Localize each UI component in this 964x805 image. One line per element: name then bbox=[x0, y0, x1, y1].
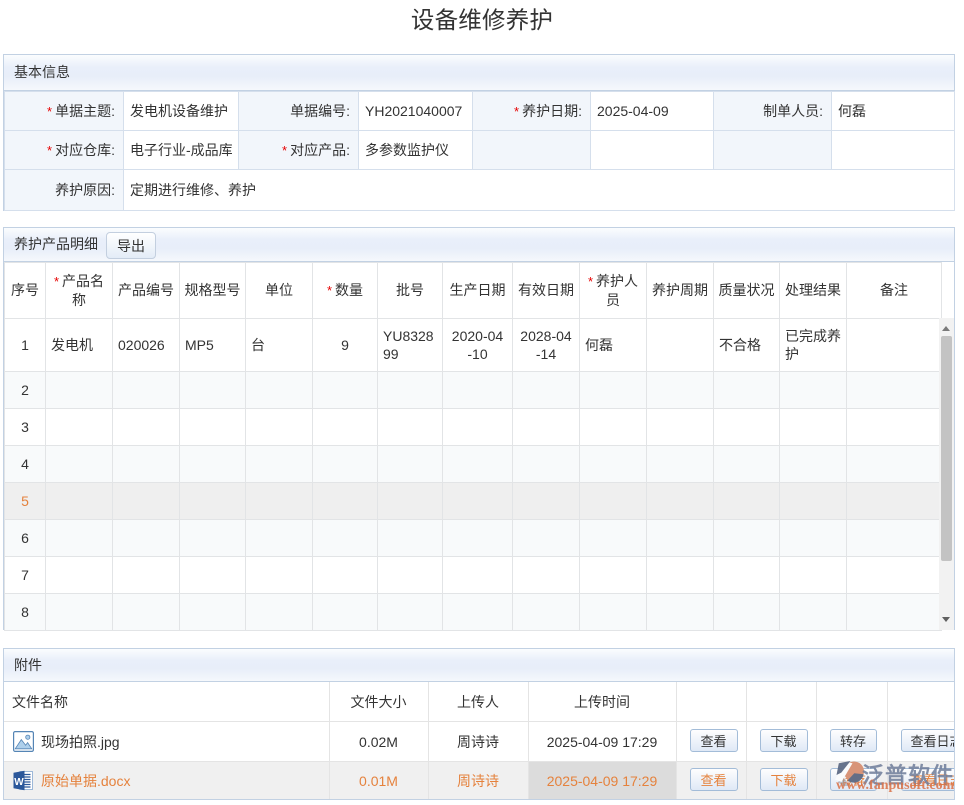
svg-text:W: W bbox=[14, 777, 24, 788]
